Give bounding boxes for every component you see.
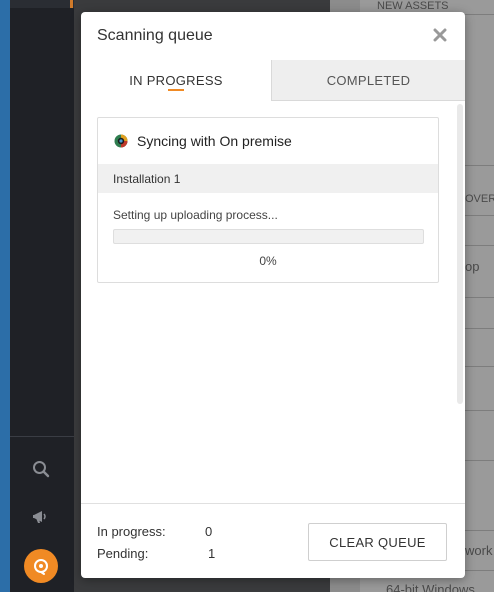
- sidebar-divider: [10, 436, 74, 437]
- dialog-footer: In progress: 0 Pending: 1 CLEAR QUEUE: [81, 503, 465, 578]
- background-row-text: op: [465, 259, 480, 274]
- dialog-title: Scanning queue: [97, 27, 213, 44]
- scanning-queue-dialog: Scanning queue IN PROGRESS COMPLETED Syn…: [81, 12, 465, 578]
- app-screen: NEW ASSETS OVERV op work 64-bit Windows …: [0, 0, 494, 592]
- clear-queue-button[interactable]: CLEAR QUEUE: [308, 523, 447, 561]
- dialog-scrollbar[interactable]: [457, 104, 463, 404]
- progress-percentage: 0%: [259, 254, 277, 268]
- installation-row: Installation 1: [98, 164, 438, 193]
- queue-tabs: IN PROGRESS COMPLETED: [81, 60, 465, 101]
- megaphone-icon[interactable]: [28, 504, 54, 530]
- in-progress-value: 0: [205, 524, 213, 539]
- queue-list: Syncing with On premise Installation 1 S…: [81, 101, 455, 503]
- background-header-label: NEW ASSETS: [377, 0, 449, 12]
- sidebar: [0, 0, 74, 592]
- sidebar-top-block: [10, 0, 74, 8]
- pending-count: Pending: 1: [97, 546, 215, 561]
- search-icon[interactable]: [28, 456, 54, 482]
- in-progress-label: In progress:: [97, 524, 166, 539]
- job-title: Syncing with On premise: [137, 133, 292, 149]
- support-icon[interactable]: [24, 549, 58, 583]
- sidebar-active-indicator: [70, 0, 73, 8]
- installation-label: Installation 1: [113, 172, 181, 186]
- progress-bar: [113, 229, 424, 244]
- dialog-header: Scanning queue: [81, 12, 465, 60]
- job-header: Syncing with On premise: [98, 118, 438, 164]
- close-icon[interactable]: [431, 26, 449, 44]
- sync-status-icon: [114, 134, 128, 148]
- tab-completed[interactable]: COMPLETED: [272, 60, 465, 100]
- job-status-text: Setting up uploading process...: [113, 208, 278, 222]
- background-row-text: 64-bit Windows: [386, 582, 475, 592]
- pending-label: Pending:: [97, 546, 149, 561]
- active-tab-indicator: [168, 89, 184, 91]
- tab-label: IN PROGRESS: [129, 73, 223, 88]
- background-section-label: OVERV: [465, 193, 494, 205]
- sidebar-edge: [0, 0, 10, 592]
- background-row-text: work: [465, 543, 493, 558]
- tab-label: COMPLETED: [326, 72, 411, 88]
- tab-in-progress[interactable]: IN PROGRESS: [81, 60, 272, 101]
- pending-value: 1: [208, 546, 216, 561]
- in-progress-count: In progress: 0: [97, 524, 212, 539]
- sync-job-card: Syncing with On premise Installation 1 S…: [97, 117, 439, 283]
